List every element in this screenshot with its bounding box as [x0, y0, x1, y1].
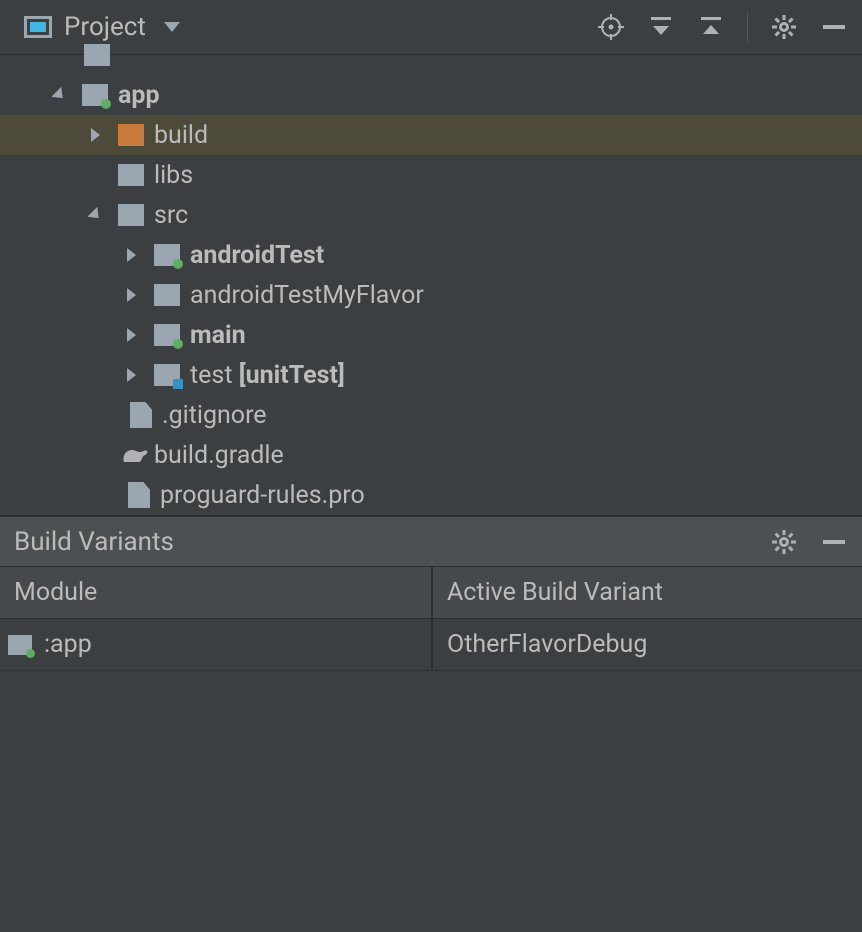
build-variants-header: Build Variants: [0, 515, 862, 567]
table-header-row: Module Active Build Variant: [0, 567, 862, 619]
tree-item-buildgradle[interactable]: build.gradle: [0, 435, 862, 475]
chevron-right-icon[interactable]: [84, 128, 106, 142]
tree-item-build[interactable]: build: [0, 115, 862, 155]
module-cell[interactable]: :app: [0, 619, 433, 670]
tree-item-libs[interactable]: libs: [0, 155, 862, 195]
tree-label: build: [154, 121, 208, 150]
chevron-right-icon[interactable]: [120, 248, 142, 262]
chevron-down-icon[interactable]: [164, 22, 180, 32]
module-name: :app: [44, 630, 92, 659]
gradle-file-icon: [120, 444, 148, 466]
tree-item-test[interactable]: test [unitTest]: [0, 355, 862, 395]
tree-label: proguard-rules.pro: [160, 481, 365, 510]
hide-icon[interactable]: [820, 528, 848, 556]
column-header-module[interactable]: Module: [0, 567, 433, 618]
tree-item-gitignore[interactable]: .gitignore: [0, 395, 862, 435]
column-header-variant[interactable]: Active Build Variant: [433, 567, 862, 618]
folder-icon: [84, 44, 110, 66]
folder-icon: [118, 204, 144, 226]
gitignore-file-icon: [130, 402, 152, 428]
tree-label: test [unitTest]: [190, 361, 345, 390]
project-tree[interactable]: idea app build libs src androidTest andr…: [0, 55, 862, 515]
tree-label: .gitignore: [162, 401, 267, 430]
module-folder-icon: [8, 635, 32, 655]
variant-cell[interactable]: OtherFlavorDebug: [433, 619, 862, 670]
source-folder-icon: [154, 324, 180, 346]
folder-icon: [118, 124, 144, 146]
folder-icon: [118, 164, 144, 186]
chevron-right-icon[interactable]: [120, 288, 142, 302]
tree-label: app: [118, 81, 160, 110]
folder-icon: [154, 284, 180, 306]
chevron-down-icon[interactable]: [48, 88, 70, 102]
tree-item-main[interactable]: main: [0, 315, 862, 355]
build-variants-table: Module Active Build Variant :app OtherFl…: [0, 567, 862, 671]
file-icon: [128, 482, 150, 508]
tree-item-proguard[interactable]: proguard-rules.pro: [0, 475, 862, 515]
tree-item-partial[interactable]: idea: [0, 35, 862, 75]
tree-label: libs: [154, 161, 193, 190]
chevron-down-icon[interactable]: [84, 208, 106, 222]
tree-label: build.gradle: [154, 441, 284, 470]
tree-item-androidtestmyflavor[interactable]: androidTestMyFlavor: [0, 275, 862, 315]
gear-icon[interactable]: [770, 528, 798, 556]
test-folder-icon: [154, 244, 180, 266]
tree-label: main: [190, 321, 246, 350]
empty-area: [0, 671, 862, 932]
build-variants-title: Build Variants: [14, 527, 770, 557]
tree-item-src[interactable]: src: [0, 195, 862, 235]
tree-label: androidTestMyFlavor: [190, 281, 424, 310]
module-folder-icon: [82, 84, 108, 106]
project-view-icon: [24, 16, 52, 38]
table-row[interactable]: :app OtherFlavorDebug: [0, 619, 862, 671]
chevron-right-icon[interactable]: [120, 328, 142, 342]
tree-label: androidTest: [190, 241, 324, 270]
chevron-right-icon[interactable]: [120, 368, 142, 382]
tree-label: src: [154, 201, 188, 230]
tree-item-androidtest[interactable]: androidTest: [0, 235, 862, 275]
tree-item-app[interactable]: app: [0, 75, 862, 115]
unit-test-folder-icon: [154, 364, 180, 386]
